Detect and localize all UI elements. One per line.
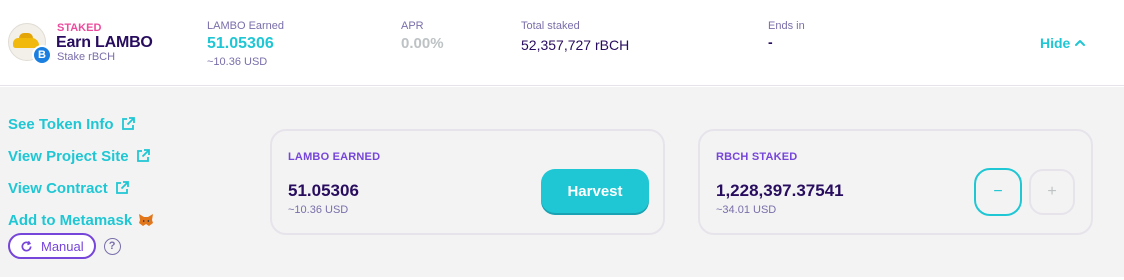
total-staked-label: Total staked bbox=[521, 20, 580, 32]
view-contract-link[interactable]: View Contract bbox=[8, 172, 154, 204]
help-icon[interactable]: ? bbox=[103, 237, 121, 255]
earned-label: LAMBO Earned bbox=[207, 20, 285, 32]
see-token-info-link[interactable]: See Token Info bbox=[8, 108, 154, 140]
earned-value: 51.05306 bbox=[207, 35, 274, 52]
metamask-fox-icon bbox=[139, 214, 154, 226]
link-label: Add to Metamask bbox=[8, 211, 133, 229]
hide-label: Hide bbox=[1040, 35, 1071, 51]
staked-card-heading: RBCH STAKED bbox=[716, 151, 798, 163]
earned-card-value: 51.05306 bbox=[288, 181, 359, 200]
link-label: See Token Info bbox=[8, 115, 114, 133]
earned-usd-value: ~10.36 USD bbox=[207, 56, 268, 68]
hide-details-button[interactable]: Hide bbox=[1040, 35, 1086, 51]
earned-card: LAMBO EARNED 51.05306 ~10.36 USD Harvest bbox=[270, 129, 665, 235]
pool-token-logo: B bbox=[8, 23, 52, 65]
earned-card-usd: ~10.36 USD bbox=[288, 204, 349, 216]
pool-title: Earn LAMBO bbox=[56, 34, 153, 51]
stake-plus-button[interactable]: + bbox=[1029, 169, 1075, 215]
apr-value: 0.00% bbox=[401, 35, 444, 52]
ends-in-label: Ends in bbox=[768, 20, 805, 32]
add-to-metamask-link[interactable]: Add to Metamask bbox=[8, 204, 154, 236]
manual-row: Manual ? bbox=[8, 233, 121, 259]
pool-subtitle: Stake rBCH bbox=[57, 51, 116, 63]
pool-details-panel: See Token Info View Project Site View Co… bbox=[0, 87, 1124, 277]
chevron-up-icon bbox=[1075, 40, 1086, 46]
staked-card-usd: ~34.01 USD bbox=[716, 204, 777, 216]
ends-in-value: - bbox=[768, 34, 773, 50]
manual-mode-badge: Manual bbox=[8, 233, 96, 259]
earned-card-heading: LAMBO EARNED bbox=[288, 151, 381, 163]
harvest-button[interactable]: Harvest bbox=[541, 169, 649, 215]
link-label: View Project Site bbox=[8, 147, 129, 165]
open-new-icon bbox=[121, 117, 135, 130]
staked-card-value: 1,228,397.37541 bbox=[716, 181, 844, 200]
view-project-site-link[interactable]: View Project Site bbox=[8, 140, 154, 172]
bitcoin-cash-icon: B bbox=[32, 45, 52, 65]
open-new-icon bbox=[115, 181, 129, 194]
unstake-minus-button[interactable]: − bbox=[974, 168, 1022, 216]
refresh-icon bbox=[21, 240, 32, 252]
total-staked-value: 52,357,727 rBCH bbox=[521, 37, 630, 53]
link-label: View Contract bbox=[8, 179, 108, 197]
staked-card: RBCH STAKED 1,228,397.37541 ~34.01 USD −… bbox=[698, 129, 1093, 235]
pool-row[interactable]: B STAKED Earn LAMBO Stake rBCH LAMBO Ear… bbox=[0, 0, 1124, 86]
staked-badge: STAKED bbox=[57, 22, 102, 34]
pool-links: See Token Info View Project Site View Co… bbox=[8, 108, 154, 236]
apr-label: APR bbox=[401, 20, 424, 32]
manual-label: Manual bbox=[41, 238, 84, 254]
open-new-icon bbox=[136, 149, 150, 162]
